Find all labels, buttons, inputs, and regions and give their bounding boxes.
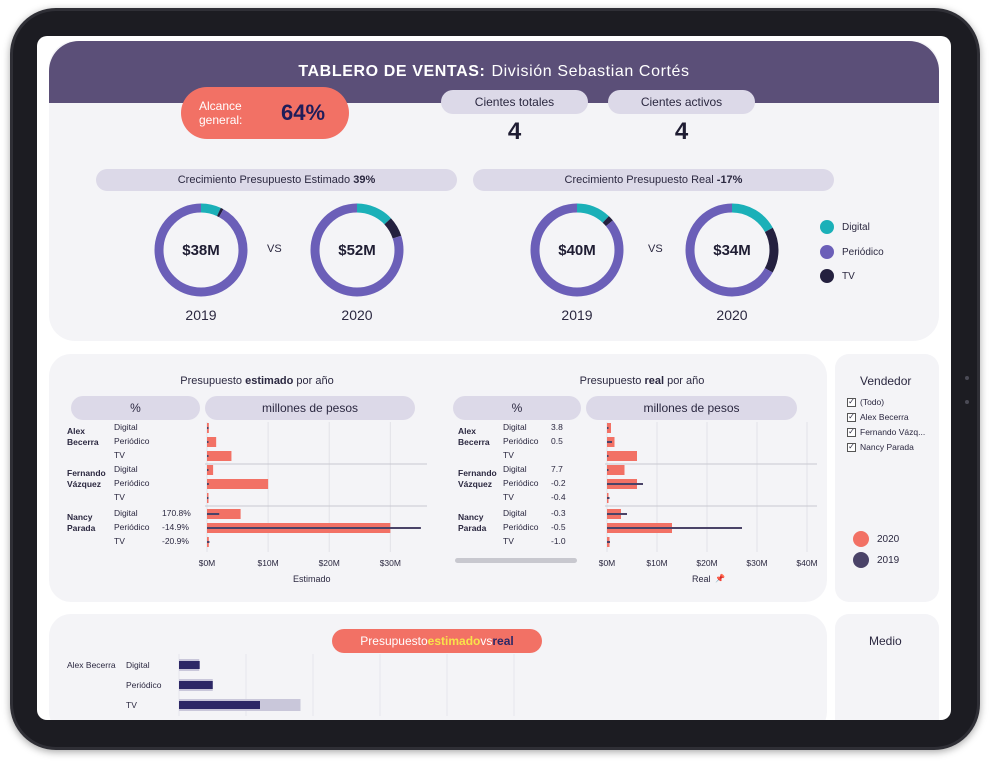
sensor-dot — [965, 400, 969, 404]
camera-dot — [965, 376, 969, 380]
bar-estimado — [179, 701, 260, 709]
bar-estimado — [179, 681, 213, 689]
dashboard-screen: TABLERO DE VENTAS: División Sebastian Co… — [37, 36, 951, 720]
bar-estimado — [179, 661, 200, 669]
bottom-chart-svg — [178, 654, 515, 716]
